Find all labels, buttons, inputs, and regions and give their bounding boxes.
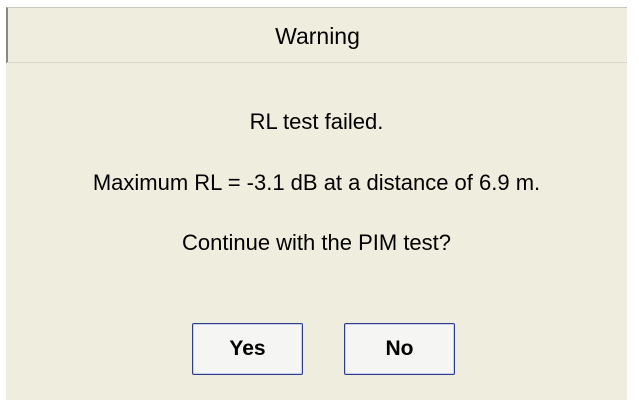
dialog-titlebar: Warning	[6, 7, 627, 63]
dialog-title: Warning	[275, 22, 360, 49]
message-continue-question: Continue with the PIM test?	[181, 230, 452, 255]
warning-dialog: Warning RL test failed. Maximum RL = -3.…	[0, 0, 639, 404]
dialog-body: RL test failed. Maximum RL = -3.1 dB at …	[6, 63, 627, 400]
message-test-result: RL test failed.	[249, 109, 384, 134]
no-button[interactable]: No	[344, 323, 455, 375]
message-maximum-rl: Maximum RL = -3.1 dB at a distance of 6.…	[92, 170, 541, 195]
yes-button[interactable]: Yes	[192, 323, 303, 375]
